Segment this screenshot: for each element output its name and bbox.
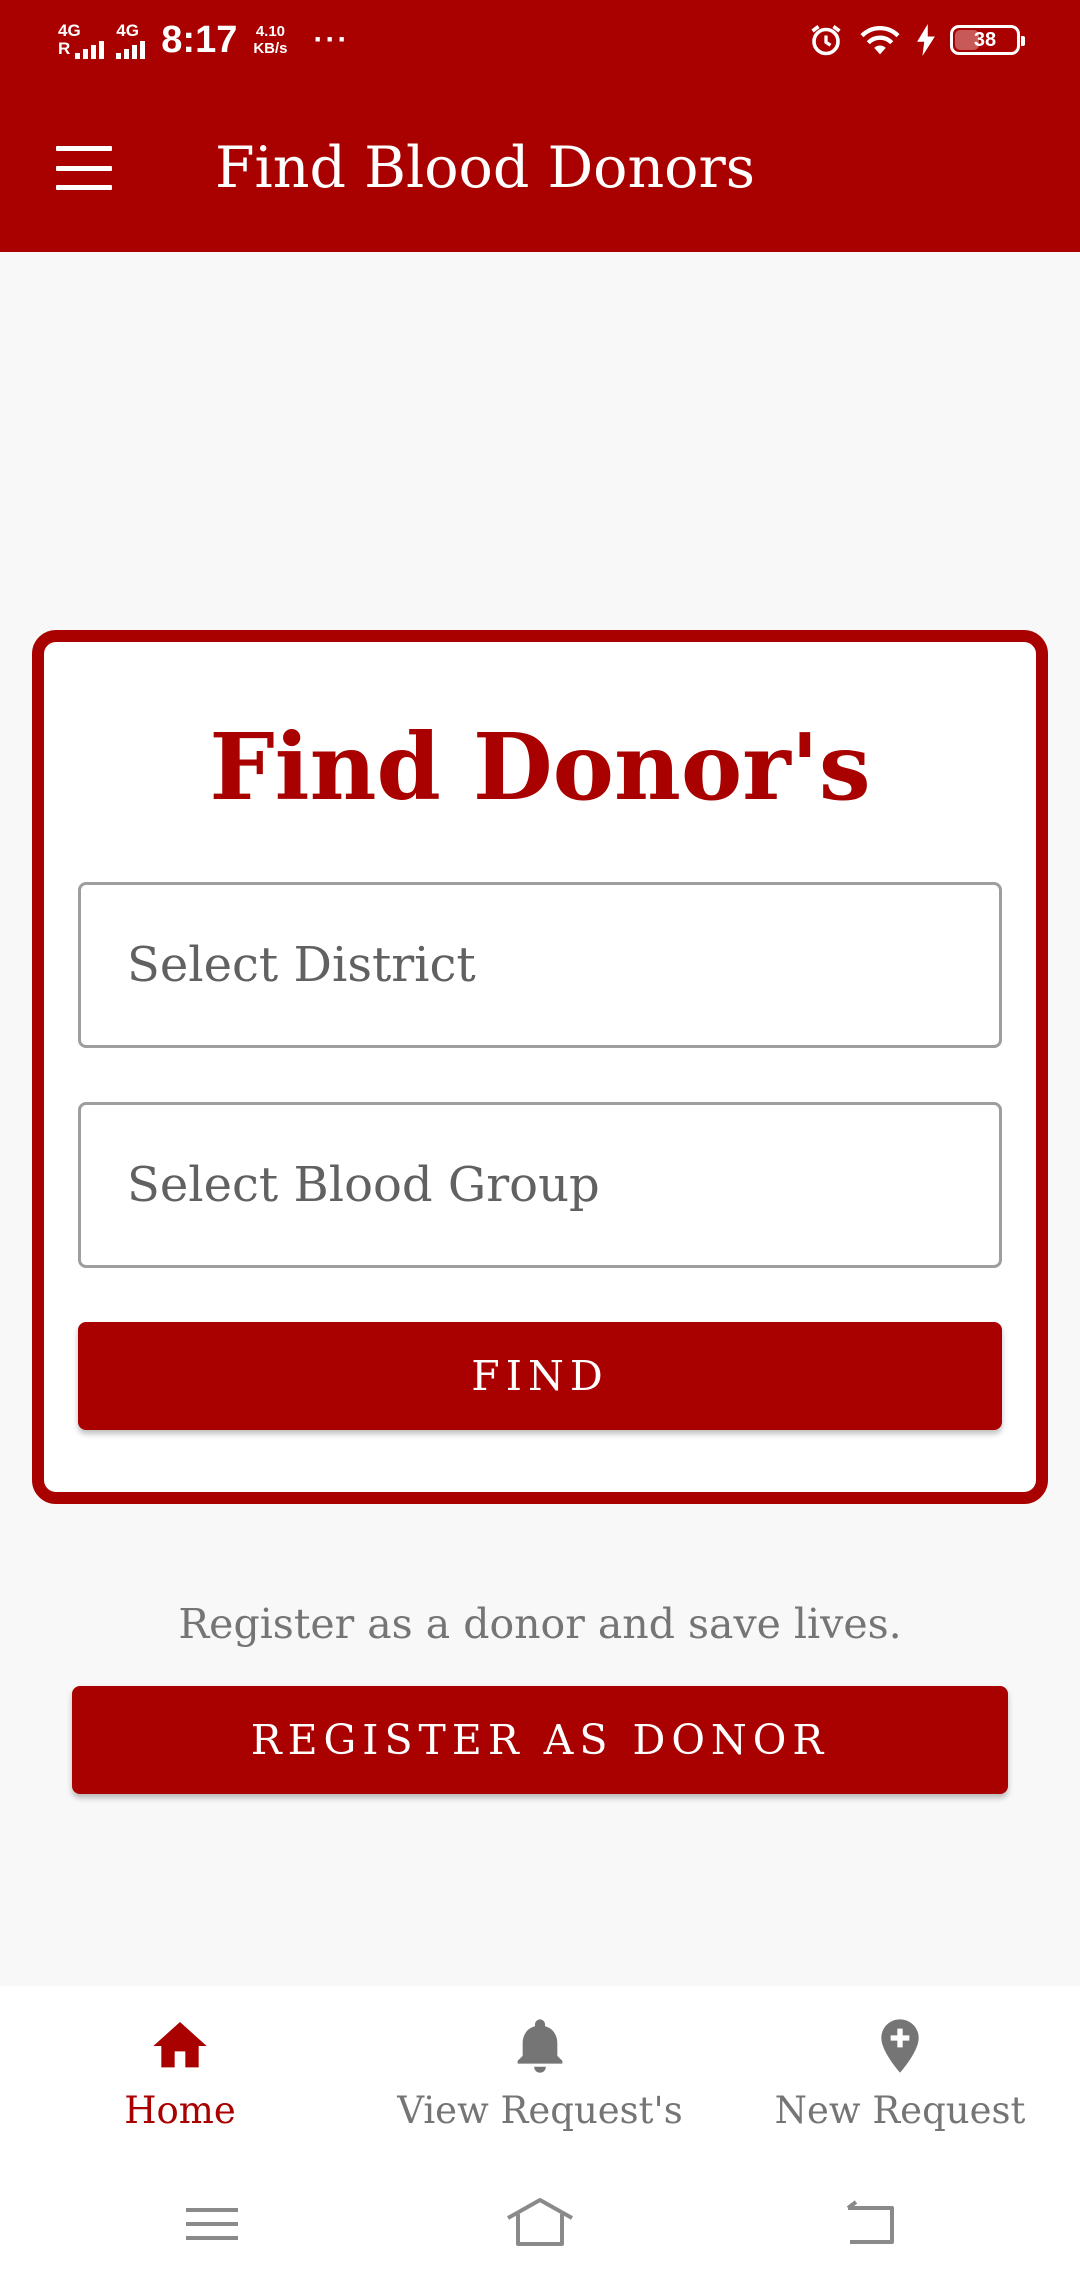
battery-level: 38: [973, 29, 997, 51]
district-select-placeholder: Select District: [127, 937, 476, 993]
system-navigation-bar: [0, 2172, 1080, 2280]
register-as-donor-button[interactable]: REGISTER AS DONOR: [72, 1686, 1008, 1794]
signal-1-type: 4G: [58, 20, 81, 40]
app-bar: Find Blood Donors: [0, 84, 1080, 252]
signal-1: 4G R: [58, 20, 105, 59]
nav-label-view-requests: View Request's: [397, 2089, 683, 2132]
signal-1-bars-icon: R: [58, 38, 105, 59]
clock: 8:17: [161, 19, 238, 61]
status-left: 4G R 4G 8:17 4.10 KB/s ···: [58, 18, 350, 62]
card-title: Find Donor's: [209, 713, 871, 821]
status-right: 38: [808, 22, 1025, 58]
network-speed-value: 4.10: [255, 23, 286, 40]
app-title: Find Blood Donors: [215, 135, 755, 201]
find-button[interactable]: FIND: [78, 1322, 1002, 1430]
battery-icon: 38: [950, 25, 1025, 55]
charging-icon: [917, 24, 935, 56]
blood-group-select-placeholder: Select Blood Group: [127, 1157, 600, 1213]
network-speed-unit: KB/s: [253, 40, 288, 57]
add-location-icon: [881, 2019, 919, 2073]
nav-item-view-requests[interactable]: View Request's: [360, 1986, 720, 2172]
wifi-icon: [860, 25, 900, 55]
nav-item-home[interactable]: Home: [0, 1986, 360, 2172]
bell-icon: [517, 2019, 563, 2073]
alarm-icon: [811, 25, 841, 56]
back-button-icon[interactable]: [828, 2194, 908, 2254]
recent-apps-icon[interactable]: [172, 2194, 252, 2254]
hamburger-menu-icon[interactable]: [56, 146, 112, 190]
network-speed: 4.10 KB/s: [253, 23, 287, 57]
status-bar: 4G R 4G 8:17 4.10 KB/s ··· 38: [0, 0, 1080, 84]
nav-label-new-request: New Request: [774, 2089, 1026, 2132]
signal-2-bars-icon: [116, 39, 146, 59]
more-notifications-icon: ···: [313, 23, 350, 56]
district-select[interactable]: Select District: [78, 882, 1002, 1048]
roaming-indicator: R: [58, 38, 71, 58]
home-icon: [153, 2022, 207, 2068]
home-button-icon[interactable]: [500, 2194, 580, 2254]
nav-label-home: Home: [124, 2089, 236, 2132]
find-donor-card: Find Donor's Select District Select Bloo…: [32, 630, 1048, 1504]
signal-2-type: 4G: [116, 20, 139, 40]
register-prompt: Register as a donor and save lives.: [178, 1600, 902, 1648]
blood-group-select[interactable]: Select Blood Group: [78, 1102, 1002, 1268]
nav-item-new-request[interactable]: New Request: [720, 1986, 1080, 2172]
signal-2: 4G: [116, 20, 146, 59]
bottom-navigation: Home View Request's New Request: [0, 1986, 1080, 2172]
